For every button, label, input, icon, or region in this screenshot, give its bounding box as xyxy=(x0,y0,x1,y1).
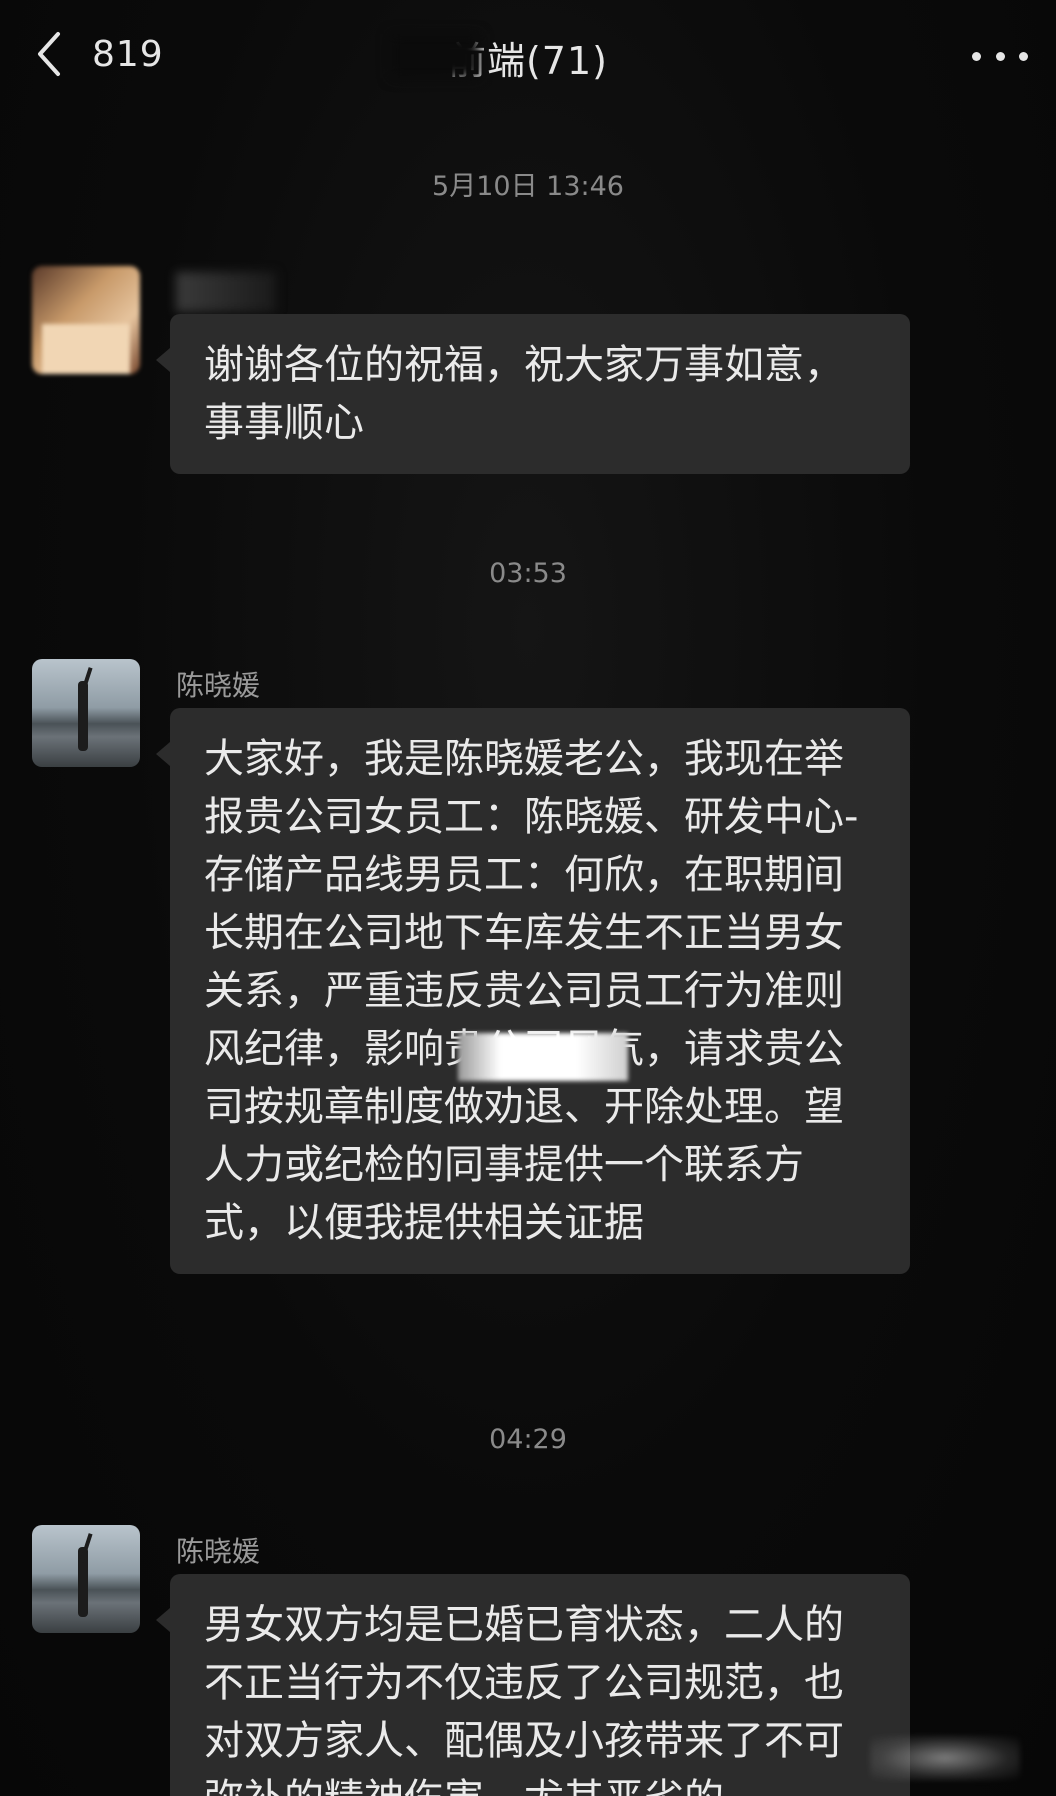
chat-header: 819 前端(71) xyxy=(0,0,1056,112)
message-bubble[interactable]: 谢谢各位的祝福，祝大家万事如意，事事顺心 xyxy=(156,314,910,474)
chat-title: 前端(71) xyxy=(447,39,608,83)
watermark xyxy=(870,1736,1020,1780)
more-dots-icon xyxy=(995,51,1005,61)
message-bubble[interactable]: 大家好，我是陈晓媛老公，我现在举报贵公司女员工：陈晓媛、研发中心-存储产品线男员… xyxy=(156,708,910,1274)
title-redaction xyxy=(390,34,480,78)
message-text: 男女双方均是已婚已育状态，二人的不正当行为不仅违反了公司规范，也对双方家人、配偶… xyxy=(204,1602,844,1796)
avatar[interactable] xyxy=(32,1525,140,1633)
message-timestamp: 03:53 xyxy=(489,558,567,589)
message-text: 谢谢各位的祝福，祝大家万事如意，事事顺心 xyxy=(204,342,844,446)
sender-name: 陈晓媛 xyxy=(176,1535,261,1568)
message-timestamp: 5月10日 13:46 xyxy=(432,171,624,202)
avatar[interactable] xyxy=(32,266,140,374)
message-text: 大家好，我是陈晓媛老公，我现在举报贵公司女员工：陈晓媛、研发中心-存储产品线男员… xyxy=(204,736,859,1246)
more-dots-icon xyxy=(1019,51,1028,61)
sender-name-redacted xyxy=(176,272,276,312)
avatar[interactable] xyxy=(32,659,140,767)
text-redaction xyxy=(458,1033,628,1081)
sender-name: 陈晓媛 xyxy=(176,669,261,702)
more-button[interactable] xyxy=(972,36,1028,76)
message-timestamp: 04:29 xyxy=(489,1424,567,1455)
message-bubble[interactable]: 男女双方均是已婚已育状态，二人的不正当行为不仅违反了公司规范，也对双方家人、配偶… xyxy=(156,1574,910,1796)
more-dots-icon xyxy=(972,51,981,61)
chat-screen: 819 前端(71) 5月10日 13:46 谢谢各位的祝福，祝大家万事如意，事… xyxy=(0,0,1056,1796)
